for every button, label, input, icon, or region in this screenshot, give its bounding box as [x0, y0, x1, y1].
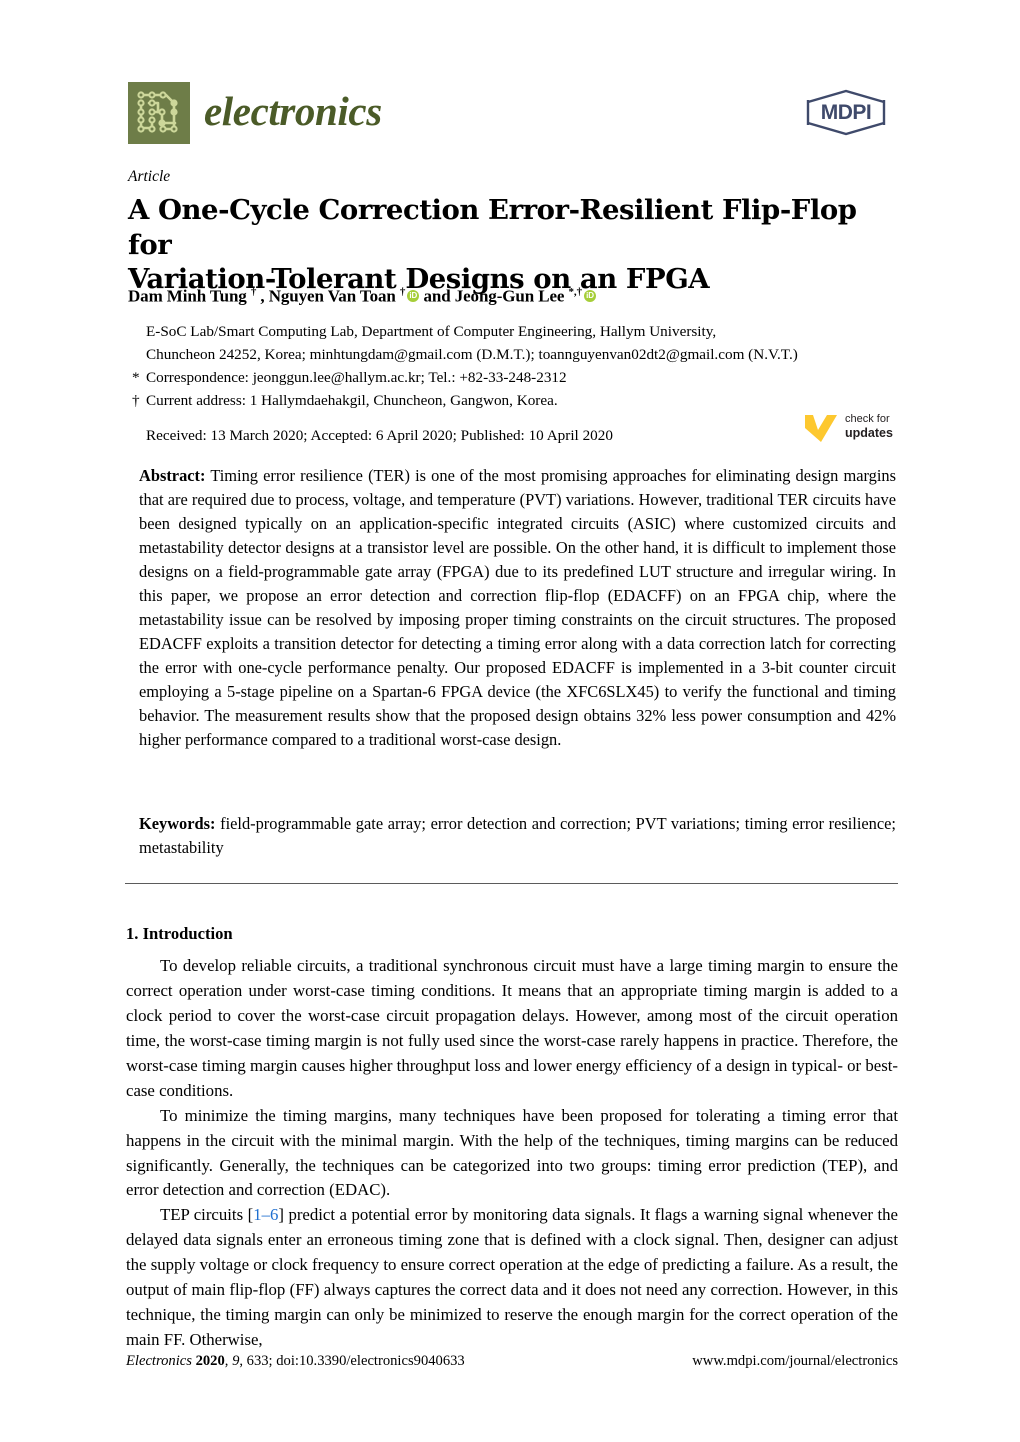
keywords-block: Keywords: field-programmable gate array;…: [139, 812, 896, 860]
article-type-label: Article: [128, 168, 171, 185]
check-for-updates-badge[interactable]: check for updates: [802, 406, 902, 448]
page-title: A One-Cycle Correction Error-Resilient F…: [128, 193, 898, 297]
paragraph-3: TEP circuits [1–6] predict a potential e…: [126, 1203, 898, 1353]
crossmark-line-2: updates: [845, 426, 893, 441]
correspondence-line: * Correspondence: jeonggun.lee@hallym.ac.…: [132, 366, 898, 389]
affiliations-block: E-SoC Lab/Smart Computing Lab, Departmen…: [132, 320, 898, 412]
footer-sep-1: ,: [224, 1353, 233, 1369]
publication-dates: Received: 13 March 2020; Accepted: 6 Apr…: [146, 427, 613, 444]
abstract-text: Timing error resilience (TER) is one of …: [139, 466, 896, 750]
current-address-marker: †: [132, 392, 140, 410]
current-address-line: † Current address: 1 Hallymdaehakgil, Chu…: [132, 389, 898, 412]
paper-page: electronics MDPI Article A One-Cycle Cor…: [0, 0, 1020, 1442]
citation-link-1-6[interactable]: 1–6: [253, 1205, 278, 1224]
affiliation-line-1: E-SoC Lab/Smart Computing Lab, Departmen…: [146, 323, 717, 340]
abstract-block: Abstract: Timing error resilience (TER) …: [139, 464, 896, 752]
keywords-label: Keywords:: [139, 814, 216, 833]
circuit-board-icon: [128, 82, 190, 144]
abstract-label: Abstract:: [139, 466, 206, 485]
footer-sep-2: ,: [239, 1353, 247, 1369]
journal-title: electronics: [204, 87, 382, 134]
author-name-2: , Nguyen Van Toan: [256, 286, 400, 306]
affiliation-line-2: Chuncheon 24252, Korea; minhtungdam@gmai…: [146, 346, 798, 364]
check-for-updates-text: check for updates: [845, 413, 893, 442]
author-name-3: and Jeong-Gun Lee: [419, 286, 569, 306]
correspondence-text: Correspondence: jeonggun.lee@hallym.ac.k…: [146, 369, 567, 387]
orcid-icon-1[interactable]: iD: [407, 289, 420, 302]
keywords-text: field-programmable gate array; error det…: [139, 814, 896, 858]
paper-title-line-1: A One-Cycle Correction Error-Resilient F…: [128, 194, 857, 261]
author-list: Dam Minh Tung † , Nguyen Van Toan † iD an…: [128, 286, 898, 307]
svg-text:MDPI: MDPI: [821, 101, 872, 124]
section-heading-introduction: 1. Introduction: [126, 924, 233, 943]
author-name-1: Dam Minh Tung: [128, 286, 251, 306]
orcid-icon-2[interactable]: iD: [583, 289, 596, 302]
mdpi-logo: MDPI: [798, 86, 894, 138]
current-address-text: Current address: 1 Hallymdaehakgil, Chun…: [146, 392, 558, 410]
paragraph-2: To minimize the timing margins, many tec…: [126, 1105, 898, 1200]
footer-doi: doi:10.3390/electronics9040633: [276, 1353, 465, 1369]
body-text: To develop reliable circuits, a traditio…: [126, 954, 898, 1353]
check-mark-icon: [805, 415, 837, 442]
footer-journal-url[interactable]: www.mdpi.com/journal/electronics: [692, 1353, 898, 1370]
paragraph-1: To develop reliable circuits, a traditio…: [126, 956, 898, 1100]
section-divider: [125, 883, 898, 884]
page-header: electronics MDPI: [128, 82, 894, 144]
paragraph-3-pre: TEP circuits [: [160, 1205, 254, 1225]
footer-article-number: 633: [246, 1353, 269, 1369]
journal-branding: electronics: [128, 82, 382, 144]
crossmark-line-1: check for: [845, 412, 890, 425]
page-footer: Electronics 2020, 9, 633; doi:10.3390/el…: [126, 1353, 898, 1370]
footer-citation: Electronics 2020, 9, 633; doi:10.3390/el…: [126, 1353, 465, 1370]
author-footnote-marker-3: *,†: [568, 286, 583, 298]
correspondence-marker: *: [132, 369, 140, 387]
paragraph-3-post: ] predict a potential error by monitorin…: [126, 1205, 898, 1350]
footer-journal-name: Electronics: [126, 1353, 192, 1369]
author-footnote-marker-2: †: [399, 286, 406, 298]
footer-year: 2020: [195, 1353, 225, 1369]
